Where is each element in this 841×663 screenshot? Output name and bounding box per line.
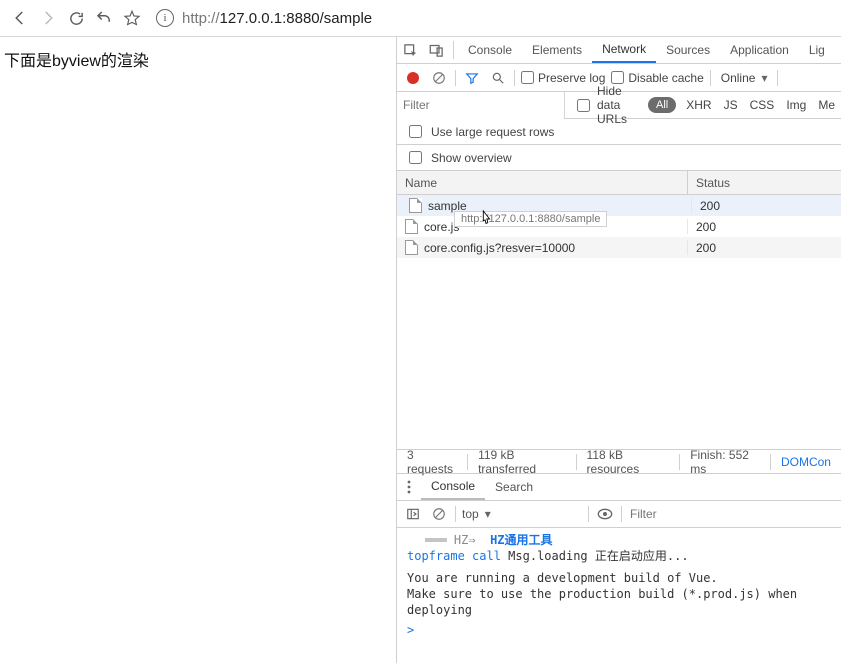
console-sidebar-toggle-icon[interactable] <box>403 504 423 524</box>
filter-toggle-icon[interactable] <box>462 68 482 88</box>
request-status: 200 <box>692 199 837 213</box>
filter-type-js[interactable]: JS <box>718 98 744 112</box>
file-icon <box>405 240 418 255</box>
summary-finish: Finish: 552 ms <box>680 448 770 476</box>
console-output: ═══ HZ⇒ HZ通用工具 topframe call Msg.loading… <box>397 528 841 663</box>
context-select[interactable]: top <box>462 507 582 521</box>
tab-console[interactable]: Console <box>458 37 522 63</box>
disable-cache-checkbox[interactable]: Disable cache <box>611 71 703 85</box>
site-info-icon[interactable]: i <box>156 9 174 27</box>
request-name: core.config.js?resver=10000 <box>424 241 575 255</box>
file-icon <box>405 219 418 234</box>
column-header-name[interactable]: Name <box>397 171 688 194</box>
filter-type-media[interactable]: Me <box>812 98 841 112</box>
console-log-line: Make sure to use the production build (*… <box>407 586 831 618</box>
table-row[interactable]: core.config.js?resver=10000 200 <box>397 237 841 258</box>
network-table: Name Status sample 200 core.js 200 core.… <box>397 171 841 450</box>
console-log-line: Msg.loading 正在启动应用... <box>508 549 688 563</box>
devtools-tabs: Console Elements Network Sources Applica… <box>397 37 841 64</box>
filter-type-img[interactable]: Img <box>780 98 812 112</box>
inspect-element-icon[interactable] <box>397 37 423 63</box>
summary-requests: 3 requests <box>397 448 467 476</box>
devtools-panel: Console Elements Network Sources Applica… <box>396 37 841 663</box>
console-toolbar: top <box>397 501 841 528</box>
drawer-menu-icon[interactable] <box>397 474 421 500</box>
request-url-tooltip: http://127.0.0.1:8880/sample <box>454 211 607 227</box>
drawer-tab-console[interactable]: Console <box>421 474 485 500</box>
file-icon <box>409 198 422 213</box>
browser-toolbar: i http://127.0.0.1:8880/sample <box>0 0 841 37</box>
request-status: 200 <box>688 241 841 255</box>
option-large-rows[interactable]: Use large request rows <box>397 119 841 145</box>
record-button[interactable] <box>403 68 423 88</box>
reload-button[interactable] <box>62 4 90 32</box>
column-header-status[interactable]: Status <box>688 171 841 194</box>
page-viewport: 下面是byview的渲染 <box>0 37 396 663</box>
bookmark-button[interactable] <box>118 4 146 32</box>
console-filter-input[interactable] <box>628 506 835 522</box>
tab-lighthouse[interactable]: Lig <box>799 37 835 63</box>
tab-network[interactable]: Network <box>592 37 656 63</box>
throttling-select[interactable]: Online <box>717 69 772 87</box>
request-status: 200 <box>688 220 841 234</box>
summary-transferred: 119 kB transferred <box>468 448 576 476</box>
live-expression-icon[interactable] <box>595 504 615 524</box>
drawer-tab-search[interactable]: Search <box>485 474 543 500</box>
undo-button[interactable] <box>90 4 118 32</box>
console-clear-icon[interactable] <box>429 504 449 524</box>
network-filter-input[interactable] <box>397 92 565 119</box>
address-bar[interactable]: http://127.0.0.1:8880/sample <box>182 10 372 27</box>
device-toggle-icon[interactable] <box>423 37 449 63</box>
preserve-log-checkbox[interactable]: Preserve log <box>521 71 605 85</box>
page-body-text: 下面是byview的渲染 <box>4 47 392 71</box>
filter-type-css[interactable]: CSS <box>744 98 781 112</box>
filter-type-xhr[interactable]: XHR <box>680 98 717 112</box>
forward-button[interactable] <box>34 4 62 32</box>
network-summary: 3 requests 119 kB transferred 118 kB res… <box>397 450 841 474</box>
option-show-overview[interactable]: Show overview <box>397 145 841 171</box>
filter-type-all[interactable]: All <box>648 97 676 113</box>
console-log-line: You are running a development build of V… <box>407 570 831 586</box>
url-protocol: http:// <box>182 10 220 27</box>
console-prompt[interactable]: > <box>407 618 831 638</box>
url-host-path: 127.0.0.1:8880/sample <box>220 10 373 27</box>
console-drawer-tabs: Console Search <box>397 474 841 501</box>
clear-button[interactable] <box>429 68 449 88</box>
tab-sources[interactable]: Sources <box>656 37 720 63</box>
summary-domcontent: DOMCon <box>771 455 841 469</box>
search-icon[interactable] <box>488 68 508 88</box>
console-log-title: HZ通用工具 <box>490 533 552 547</box>
back-button[interactable] <box>6 4 34 32</box>
tab-application[interactable]: Application <box>720 37 799 63</box>
summary-resources: 118 kB resources <box>577 448 680 476</box>
tab-elements[interactable]: Elements <box>522 37 592 63</box>
network-filter-bar: Hide data URLs All XHR JS CSS Img Me <box>397 92 841 119</box>
